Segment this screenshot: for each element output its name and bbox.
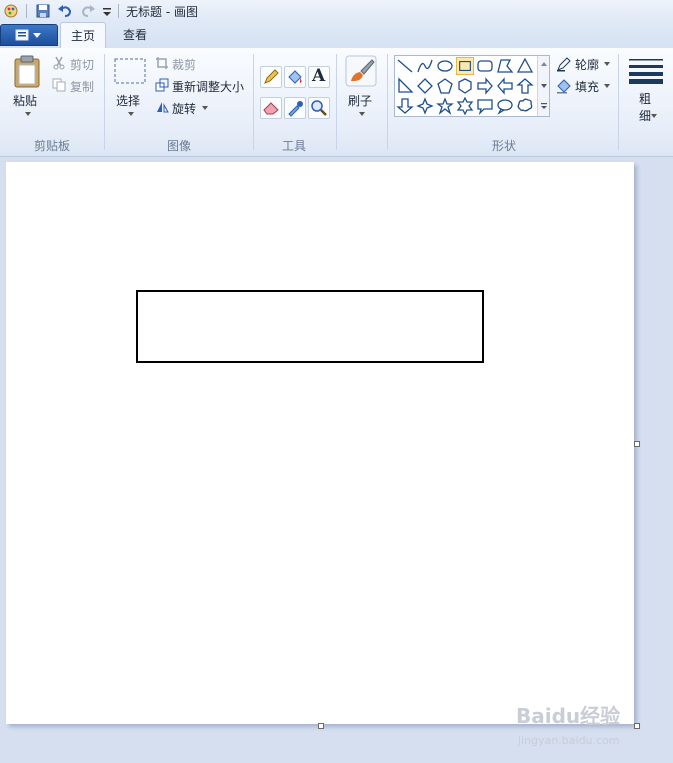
- magnifier-icon: [311, 100, 327, 116]
- hexagon-shape-icon[interactable]: [456, 77, 474, 95]
- image-group-label: 图像: [166, 139, 191, 153]
- text-tool-glyph: A: [312, 66, 326, 86]
- drawing-canvas[interactable]: [6, 162, 634, 724]
- tab-view[interactable]: 查看: [113, 22, 157, 48]
- polygon-shape-icon[interactable]: [496, 57, 514, 75]
- right-triangle-shape-icon[interactable]: [396, 77, 414, 95]
- shapes-group-label: 形状: [491, 139, 516, 153]
- chevron-down-icon[interactable]: [201, 105, 209, 111]
- brush-icon[interactable]: [345, 55, 377, 87]
- select-button[interactable]: 选择: [116, 92, 140, 109]
- line-width-icon[interactable]: [629, 58, 663, 84]
- canvas-resize-handle-corner[interactable]: [634, 723, 640, 729]
- chevron-down-icon[interactable]: [127, 111, 135, 117]
- paste-icon[interactable]: [12, 55, 42, 89]
- resize-button[interactable]: 重新调整大小: [172, 78, 244, 95]
- chevron-down-icon[interactable]: [358, 111, 366, 117]
- title-bar: 无标题 - 画图: [0, 0, 673, 23]
- size-button[interactable]: 粗细: [639, 91, 651, 125]
- gallery-more-icon[interactable]: [540, 102, 548, 110]
- separator: [26, 4, 27, 18]
- paste-button[interactable]: 粘贴: [13, 92, 37, 109]
- group-separator: [104, 54, 105, 150]
- eyedropper-icon: [288, 101, 303, 117]
- crop-button[interactable]: 裁剪: [172, 56, 196, 73]
- eraser-tool[interactable]: [260, 97, 282, 119]
- oval-shape-icon[interactable]: [436, 57, 454, 75]
- rectangle-shape-icon[interactable]: [456, 57, 474, 75]
- save-icon[interactable]: [35, 3, 51, 19]
- clipboard-group-label: 剪贴板: [33, 139, 70, 153]
- color-picker-tool[interactable]: [284, 97, 306, 119]
- five-point-star-shape-icon[interactable]: [436, 97, 454, 115]
- outline-button[interactable]: 轮廓: [575, 56, 599, 73]
- cloud-callout-shape-icon[interactable]: [516, 97, 534, 115]
- rotate-icon: [157, 102, 169, 113]
- chevron-down-icon[interactable]: [24, 111, 32, 117]
- right-arrow-shape-icon[interactable]: [476, 77, 494, 95]
- four-point-star-shape-icon[interactable]: [416, 97, 434, 115]
- canvas-resize-handle-bottom[interactable]: [318, 723, 324, 729]
- rect-callout-shape-icon[interactable]: [476, 97, 494, 115]
- canvas-resize-handle-right[interactable]: [634, 441, 640, 447]
- window-title: 无标题 - 画图: [126, 5, 198, 19]
- redo-icon[interactable]: [80, 3, 96, 19]
- group-separator: [618, 54, 619, 150]
- triangle-shape-icon[interactable]: [516, 57, 534, 75]
- scissors-icon: [53, 56, 65, 70]
- pencil-icon: [264, 69, 279, 84]
- paint-app-icon[interactable]: [3, 3, 19, 19]
- tools-group-label: 工具: [281, 139, 306, 153]
- watermark: Baidu经验: [516, 704, 621, 728]
- watermark-url: jingyan.baidu.com: [518, 734, 620, 747]
- pentagon-shape-icon[interactable]: [436, 77, 454, 95]
- group-separator: [387, 54, 388, 150]
- down-arrow-shape-icon[interactable]: [396, 97, 414, 115]
- scroll-up-icon[interactable]: [540, 61, 548, 67]
- paint-menu-button[interactable]: [0, 24, 58, 46]
- pencil-tool[interactable]: [260, 66, 282, 88]
- tab-home[interactable]: 主页: [60, 22, 106, 49]
- copy-button[interactable]: 复制: [70, 78, 94, 95]
- outline-pencil-icon: [557, 57, 571, 72]
- rotate-button[interactable]: 旋转: [172, 100, 196, 117]
- eraser-icon: [263, 102, 279, 115]
- brushes-button[interactable]: 刷子: [348, 92, 372, 109]
- line-shape-icon[interactable]: [396, 57, 414, 75]
- shapes-gallery[interactable]: [394, 55, 550, 117]
- rounded-rectangle-shape-icon[interactable]: [476, 57, 494, 75]
- diamond-shape-icon[interactable]: [416, 77, 434, 95]
- curve-shape-icon[interactable]: [416, 57, 434, 75]
- fill-icon: [557, 79, 571, 94]
- cut-button[interactable]: 剪切: [70, 56, 94, 73]
- magnifier-tool[interactable]: [308, 97, 330, 119]
- drawn-rectangle[interactable]: [136, 290, 484, 363]
- resize-icon: [155, 78, 169, 92]
- fill-bucket-icon: [288, 70, 302, 84]
- customize-quick-access-icon[interactable]: [99, 3, 115, 19]
- group-separator: [336, 54, 337, 150]
- shapes-scrollbar[interactable]: [537, 56, 549, 116]
- chevron-down-icon[interactable]: [603, 61, 611, 67]
- up-arrow-shape-icon[interactable]: [516, 77, 534, 95]
- copy-icon: [52, 78, 66, 92]
- chevron-down-icon[interactable]: [650, 113, 658, 119]
- crop-icon: [156, 57, 168, 69]
- fill-button[interactable]: 填充: [575, 78, 599, 95]
- select-icon[interactable]: [114, 58, 146, 84]
- six-point-star-shape-icon[interactable]: [456, 97, 474, 115]
- group-separator: [253, 54, 254, 150]
- undo-icon[interactable]: [57, 3, 73, 19]
- left-arrow-shape-icon[interactable]: [496, 77, 514, 95]
- scroll-down-icon[interactable]: [540, 83, 548, 89]
- chevron-down-icon[interactable]: [603, 83, 611, 89]
- menu-icon: [15, 29, 41, 41]
- fill-tool[interactable]: [284, 66, 306, 88]
- oval-callout-shape-icon[interactable]: [496, 97, 514, 115]
- separator: [118, 4, 119, 18]
- text-tool[interactable]: A: [308, 66, 330, 88]
